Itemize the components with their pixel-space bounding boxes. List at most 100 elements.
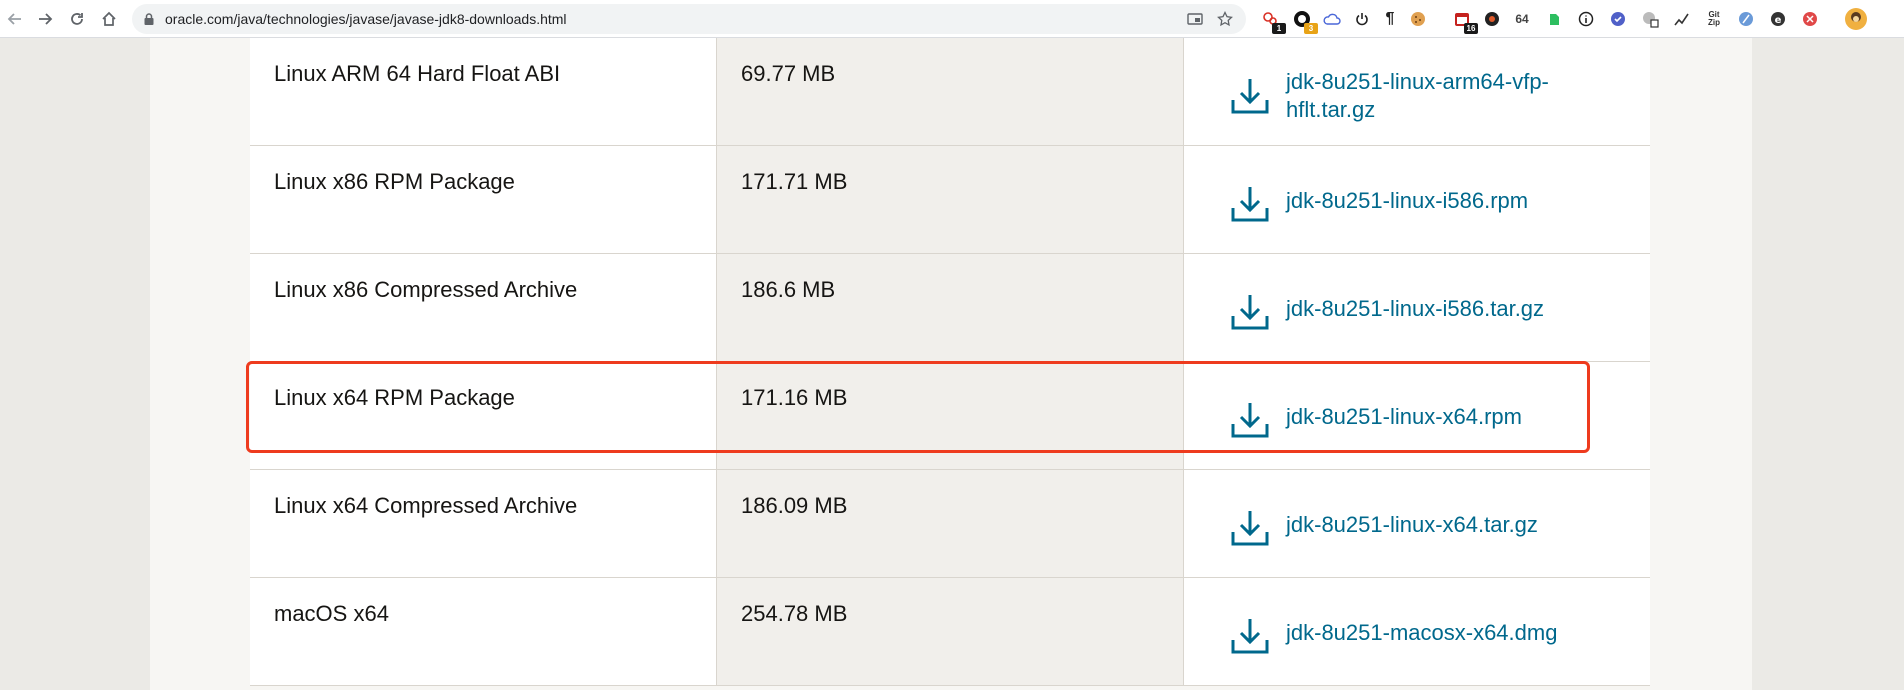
size-cell: 69.77 MB	[717, 38, 1184, 146]
download-cell: jdk-8u251-linux-i586.rpm	[1184, 146, 1650, 254]
download-cell: jdk-8u251-linux-x64.rpm	[1184, 362, 1650, 470]
file-size: 171.71 MB	[741, 169, 848, 194]
download-link[interactable]: jdk-8u251-linux-x64.rpm	[1286, 403, 1626, 431]
reload-icon	[71, 13, 83, 25]
file-size: 186.09 MB	[741, 493, 848, 518]
download-icon[interactable]	[1230, 400, 1270, 440]
extension-badge: 1	[1272, 23, 1286, 34]
file-size: 254.78 MB	[741, 601, 848, 626]
download-cell: jdk-8u251-linux-i586.tar.gz	[1184, 254, 1650, 362]
address-bar[interactable]: oracle.com/java/technologies/javase/java…	[132, 4, 1246, 34]
extension-badge: 3	[1304, 23, 1318, 34]
size-cell: 186.09 MB	[717, 470, 1184, 578]
extension-calendar[interactable]: 16	[1452, 9, 1478, 34]
size-cell: 186.6 MB	[717, 254, 1184, 362]
extension-gitzip[interactable]: Git Zip	[1704, 9, 1724, 29]
extension-64[interactable]: 64	[1512, 9, 1532, 29]
download-link[interactable]: jdk-8u251-linux-arm64-vfp- hflt.tar.gz	[1286, 68, 1626, 124]
64-icon: 64	[1515, 12, 1529, 26]
home-icon	[102, 11, 116, 26]
download-link[interactable]: jdk-8u251-macosx-x64.dmg	[1286, 619, 1626, 647]
download-icon[interactable]	[1230, 508, 1270, 548]
extension-evernote[interactable]	[1544, 9, 1564, 29]
product-cell: Linux x86 RPM Package	[250, 146, 717, 254]
download-cell: jdk-8u251-linux-x64.tar.gz	[1184, 470, 1650, 578]
download-link[interactable]: jdk-8u251-linux-x64.tar.gz	[1286, 511, 1626, 539]
extension-bug[interactable]	[1482, 9, 1502, 29]
star-icon	[1217, 11, 1233, 27]
extension-feather[interactable]	[1736, 9, 1756, 29]
download-link[interactable]: jdk-8u251-linux-i586.rpm	[1286, 187, 1626, 215]
product-name: Linux x64 RPM Package	[274, 385, 515, 410]
table-row: Linux x86 RPM Package 171.71 MB jdk-8u25…	[250, 146, 1650, 254]
feather-icon	[1739, 12, 1753, 26]
table-row: Linux ARM 64 Hard Float ABI 69.77 MB jdk…	[250, 38, 1650, 146]
arrow-left-icon	[7, 13, 21, 25]
download-cell: jdk-8u251-linux-arm64-vfp- hflt.tar.gz	[1184, 38, 1650, 146]
gitzip-icon-sub: Zip	[1708, 18, 1720, 27]
forward-button[interactable]	[34, 8, 56, 30]
extension-info[interactable]	[1576, 9, 1596, 29]
extension-graph[interactable]	[1672, 9, 1692, 29]
product-name: Linux ARM 64 Hard Float ABI	[274, 61, 561, 86]
size-cell: 171.71 MB	[717, 146, 1184, 254]
download-link-text[interactable]: jdk-8u251-linux-arm64-vfp-	[1286, 69, 1549, 94]
profile-avatar[interactable]	[1844, 7, 1868, 31]
browser-toolbar: oracle.com/java/technologies/javase/java…	[0, 0, 1904, 38]
home-button[interactable]	[98, 8, 120, 30]
power-icon	[1356, 13, 1368, 26]
file-size: 186.6 MB	[741, 277, 836, 302]
e-circle-icon: e	[1771, 12, 1785, 26]
info-icon	[1578, 11, 1594, 27]
product-cell: Linux ARM 64 Hard Float ABI	[250, 38, 717, 146]
downloads-table: Linux ARM 64 Hard Float ABI 69.77 MB jdk…	[250, 38, 1650, 690]
extension-check[interactable]	[1608, 9, 1628, 29]
download-link[interactable]: jdk-8u251-linux-i586.tar.gz	[1286, 295, 1626, 323]
pilcrow-icon: ¶	[1385, 10, 1395, 27]
download-icon[interactable]	[1230, 616, 1270, 656]
reload-button[interactable]	[66, 8, 88, 30]
arrow-right-icon	[39, 13, 53, 25]
url-text[interactable]: oracle.com/java/technologies/javase/java…	[165, 11, 567, 27]
extension-e-circle[interactable]: e	[1768, 9, 1788, 29]
block-icon	[1803, 12, 1817, 26]
extension-ghost[interactable]: 3	[1292, 9, 1318, 34]
table-row: Linux x86 Compressed Archive 186.6 MB jd…	[250, 254, 1650, 362]
extension-translate[interactable]	[1640, 9, 1660, 29]
file-size: 171.16 MB	[741, 385, 848, 410]
extension-block[interactable]	[1800, 9, 1820, 29]
check-circle-icon	[1611, 12, 1625, 26]
bookmark-star-button[interactable]	[1216, 10, 1234, 28]
evernote-icon	[1550, 14, 1559, 25]
product-name: Linux x86 RPM Package	[274, 169, 515, 194]
product-name: macOS x64	[274, 601, 389, 626]
cloud-icon	[1323, 13, 1341, 25]
download-icon[interactable]	[1230, 292, 1270, 332]
product-cell: Linux x64 Compressed Archive	[250, 470, 717, 578]
extension-pilcrow[interactable]: ¶	[1380, 9, 1400, 29]
cookie-icon	[1411, 12, 1425, 26]
product-cell: macOS x64	[250, 578, 717, 686]
table-row: macOS x64 254.78 MB jdk-8u251-macosx-x64…	[250, 578, 1650, 686]
download-link-text-cont[interactable]: hflt.tar.gz	[1286, 97, 1375, 122]
table-row: Linux x64 RPM Package 171.16 MB jdk-8u25…	[250, 362, 1650, 470]
download-icon[interactable]	[1230, 76, 1270, 116]
download-cell: jdk-8u251-macosx-x64.dmg	[1184, 578, 1650, 686]
product-name: Linux x86 Compressed Archive	[274, 277, 578, 302]
graph-icon	[1674, 13, 1689, 26]
avatar-icon	[1845, 8, 1867, 30]
extension-power[interactable]	[1352, 9, 1372, 29]
extension-cookie[interactable]	[1408, 9, 1428, 29]
size-cell: 254.78 MB	[717, 578, 1184, 686]
cast-icon	[1187, 13, 1203, 25]
back-button[interactable]	[4, 8, 26, 30]
product-cell: Linux x86 Compressed Archive	[250, 254, 717, 362]
product-name: Linux x64 Compressed Archive	[274, 493, 578, 518]
download-icon[interactable]	[1230, 184, 1270, 224]
extension-cloud[interactable]	[1322, 9, 1342, 29]
file-size: 69.77 MB	[741, 61, 836, 86]
lock-icon[interactable]	[142, 12, 156, 26]
cast-button[interactable]	[1186, 10, 1204, 28]
table-row: Linux x64 Compressed Archive 186.09 MB j…	[250, 470, 1650, 578]
extension-puzzle-red[interactable]: 1	[1260, 9, 1286, 34]
